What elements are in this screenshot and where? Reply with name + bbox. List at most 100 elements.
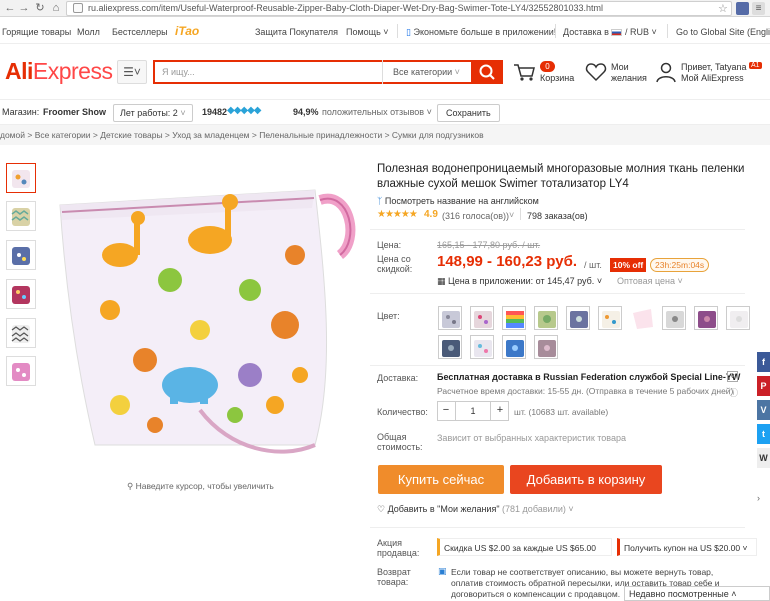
wishlist-count: (781 добавили)	[502, 504, 566, 514]
get-coupon-button[interactable]: Получить купон на US $20.00 ˅	[617, 538, 757, 556]
help-icon[interactable]: ⓘ	[729, 386, 738, 399]
aliexpress-logo[interactable]: AliExpress	[5, 58, 113, 85]
bookmark-star-icon[interactable]: ☆	[718, 2, 728, 15]
thumbnail[interactable]	[6, 356, 36, 386]
quantity-decrease-button[interactable]: −	[437, 401, 455, 421]
swatch-image	[666, 311, 684, 328]
color-swatch[interactable]	[534, 335, 558, 359]
color-swatch[interactable]	[630, 306, 654, 330]
browser-menu-icon[interactable]: ≡	[752, 2, 765, 15]
collapse-share-icon[interactable]: ›	[757, 493, 760, 503]
app-price[interactable]: ▦ Цена в приложении: от 145,47 руб. ˅	[437, 276, 602, 287]
forward-icon[interactable]: →	[17, 2, 31, 15]
back-icon[interactable]: ←	[3, 2, 17, 15]
help-label: Помощь	[346, 27, 381, 37]
ship-to-selector[interactable]: Доставка в / RUB ˅	[563, 27, 657, 37]
hamburger-icon: ☰˅	[123, 65, 141, 79]
my-aliexpress-link[interactable]: Мой AliExpress	[681, 73, 744, 83]
color-swatch[interactable]	[662, 306, 686, 330]
breadcrumb-item[interactable]: Сумки для подгузников	[392, 130, 484, 140]
swatch-image	[474, 340, 492, 357]
quantity-input[interactable]: 1	[455, 401, 491, 421]
thumbnail[interactable]	[6, 240, 36, 270]
heart-icon	[585, 63, 607, 82]
search-button[interactable]	[471, 60, 503, 84]
wishlist-label-1[interactable]: Мои	[611, 62, 629, 72]
color-label: Цвет:	[377, 311, 400, 321]
bestsellers-link[interactable]: Бестселлеры	[112, 27, 168, 37]
reviews-link[interactable]: (316 голоса(ов))	[442, 211, 509, 221]
russia-flag-icon	[611, 29, 623, 37]
breadcrumb-item[interactable]: Все категории	[35, 130, 91, 140]
account-button[interactable]	[655, 61, 677, 85]
breadcrumb-item[interactable]: домой	[0, 130, 25, 140]
divider	[370, 229, 745, 230]
shipping-dropdown-button[interactable]: ˅	[727, 371, 738, 382]
cart-label[interactable]: Корзина	[540, 73, 574, 83]
swatch-image	[474, 311, 492, 328]
recently-viewed-tab[interactable]: Недавно посмотренные ˄	[624, 586, 770, 601]
save-store-button[interactable]: Сохранить	[437, 104, 500, 122]
thumbnail[interactable]	[6, 163, 36, 193]
store-name-link[interactable]: Froomer Show	[43, 107, 106, 117]
mall-link[interactable]: Молл	[77, 27, 100, 37]
wishlist-button[interactable]	[585, 62, 607, 84]
more-share-icon[interactable]: W	[757, 448, 770, 468]
pinterest-share-icon[interactable]: P	[757, 376, 770, 396]
zoom-hint: ⚲ Наведите курсор, чтобы увеличить	[127, 481, 274, 492]
breadcrumb-item[interactable]: Пеленальные принадлежности	[259, 130, 382, 140]
extension-icon[interactable]	[736, 2, 749, 15]
color-swatch[interactable]	[598, 306, 622, 330]
color-swatch[interactable]	[470, 306, 494, 330]
thumbnail[interactable]	[6, 201, 36, 231]
thumbnail[interactable]	[6, 279, 36, 309]
color-swatch[interactable]	[502, 335, 526, 359]
color-swatch[interactable]	[438, 306, 462, 330]
categories-menu-button[interactable]: ☰˅	[117, 60, 147, 84]
global-site-link[interactable]: Go to Global Site (English)	[676, 27, 770, 37]
translate-link-text: Посмотреть название на английском	[384, 196, 539, 206]
color-swatch[interactable]	[694, 306, 718, 330]
color-swatch[interactable]	[726, 306, 750, 330]
color-swatch[interactable]	[438, 335, 462, 359]
seller-promo[interactable]: Скидка US $2.00 за каждые US $65.00	[437, 538, 612, 556]
search-category-select[interactable]: Все категории ˅	[382, 60, 471, 84]
price-unit: / шт.	[584, 260, 602, 270]
itao-link[interactable]: iTao	[175, 24, 199, 38]
main-product-image[interactable]	[50, 160, 363, 475]
wholesale-price-link[interactable]: Оптовая цена ˅	[617, 276, 683, 286]
add-to-wishlist-link[interactable]: ♡ Добавить в "Мои желания" (781 добавили…	[377, 504, 574, 515]
hot-deals-link[interactable]: Горящие товары	[2, 27, 71, 37]
thumbnail[interactable]	[6, 318, 36, 348]
buy-now-button[interactable]: Купить сейчас	[378, 465, 504, 494]
greeting-text[interactable]: Привет, Tatyana	[681, 62, 747, 72]
page-info-icon[interactable]	[73, 3, 83, 13]
quantity-increase-button[interactable]: +	[491, 401, 509, 421]
twitter-share-icon[interactable]: t	[757, 424, 770, 444]
user-icon	[656, 62, 676, 83]
logo-express: Express	[32, 58, 113, 84]
cart-button[interactable]	[513, 62, 535, 84]
add-to-cart-button[interactable]: Добавить в корзину	[510, 465, 662, 494]
facebook-share-icon[interactable]: f	[757, 352, 770, 372]
help-menu[interactable]: Помощь ˅	[346, 27, 389, 37]
translate-title-link[interactable]: ᛉ Посмотреть название на английском	[377, 196, 539, 206]
color-swatch[interactable]	[470, 335, 494, 359]
rating-value: 4.9	[424, 209, 438, 220]
buyer-protection-link[interactable]: Защита Покупателя	[255, 27, 338, 37]
wishlist-label-2[interactable]: желания	[611, 73, 647, 83]
color-swatch[interactable]	[566, 306, 590, 330]
feedback-dropdown[interactable]: положительных отзывов ˅	[322, 107, 432, 117]
phone-icon: ▯	[406, 27, 411, 37]
breadcrumb-item[interactable]: Уход за младенцем	[172, 130, 249, 140]
color-swatch[interactable]	[502, 306, 526, 330]
color-swatch[interactable]	[534, 306, 558, 330]
home-icon[interactable]: ⌂	[49, 2, 63, 15]
swatch-image	[538, 311, 556, 328]
cart-icon	[514, 64, 535, 81]
vk-share-icon[interactable]: V	[757, 400, 770, 420]
app-promo-link[interactable]: ▯ Экономьте больше в приложении!	[406, 27, 556, 38]
reload-icon[interactable]: ↻	[33, 2, 47, 15]
swatch-image	[538, 340, 556, 357]
breadcrumb-item[interactable]: Детские товары	[100, 130, 162, 140]
